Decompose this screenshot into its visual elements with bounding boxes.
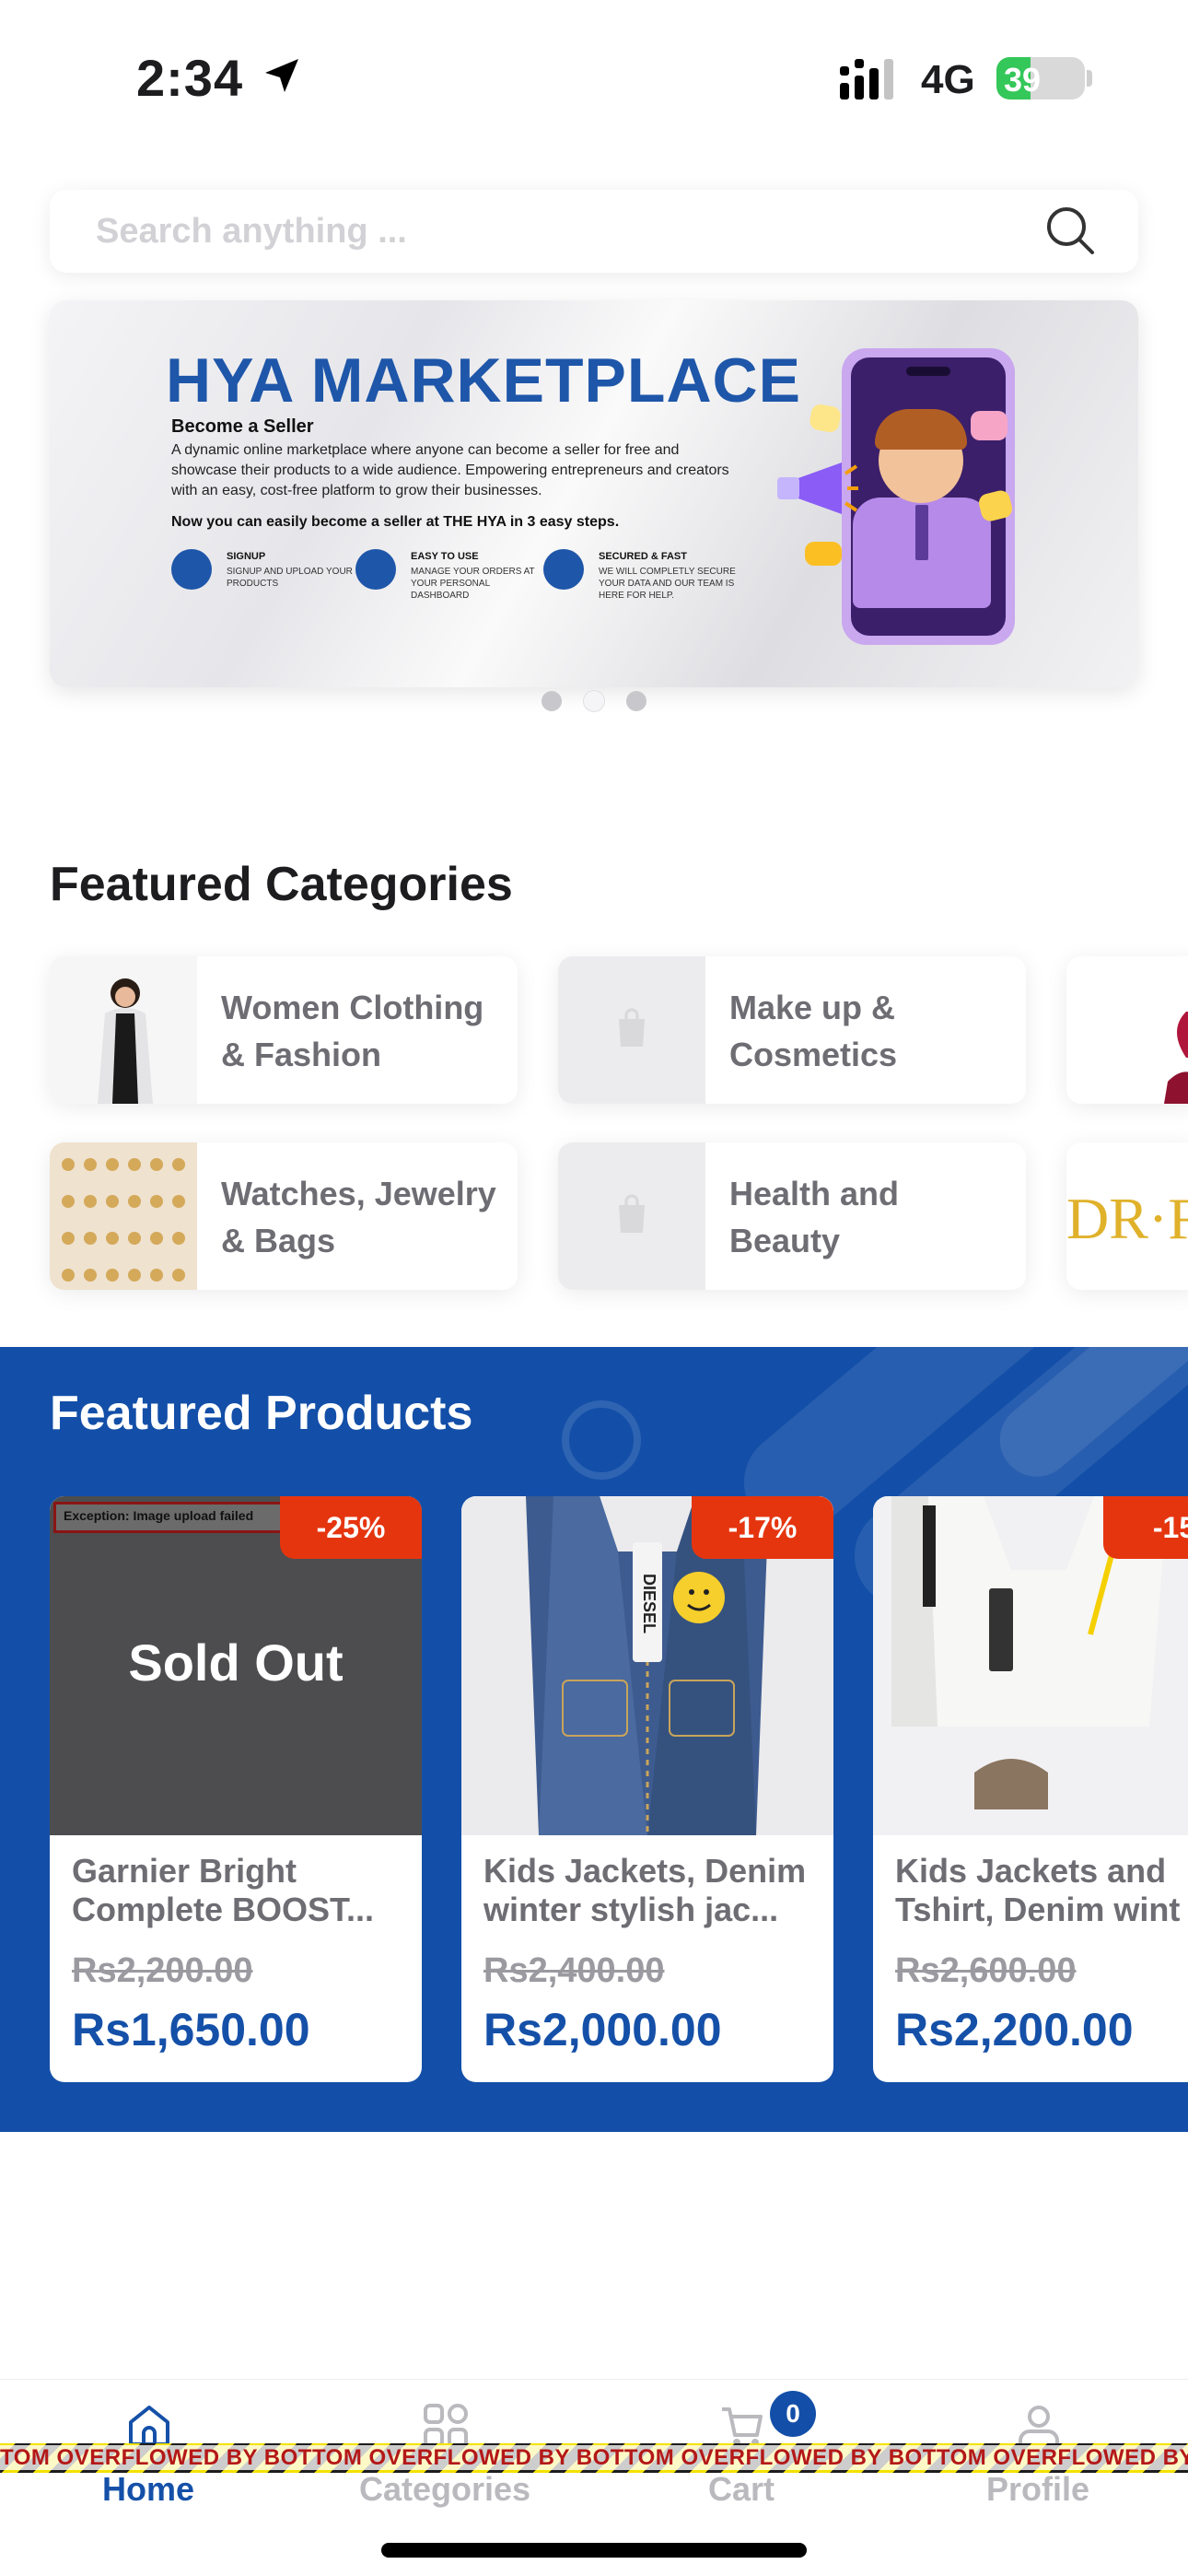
step-description: WE WILL COMPLETLY SECURE YOUR DATA AND O… xyxy=(599,567,736,601)
category-thumbnail xyxy=(50,956,197,1104)
featured-products-section: Featured Products Exception: Image uploa… xyxy=(0,1347,1188,2132)
decorative-stripe xyxy=(984,1347,1188,1493)
banner-title: HYA MARKETPLACE xyxy=(166,345,802,416)
heart-bubble-icon xyxy=(971,411,1007,440)
product-price: Rs1,650.00 xyxy=(72,2004,310,2055)
carousel-indicator[interactable] xyxy=(542,691,646,711)
nav-label: Categories xyxy=(358,2470,531,2508)
shopping-bag-icon xyxy=(619,1008,645,1047)
check-badge-icon xyxy=(355,549,396,590)
category-card-women-clothing[interactable]: Women Clothing & Fashion xyxy=(50,956,518,1104)
nav-label: Profile xyxy=(985,2470,1090,2508)
brand-logo-partial: DR·F xyxy=(1066,1186,1188,1251)
banner-steps-title: Now you can easily become a seller at TH… xyxy=(171,514,620,530)
carousel-dot[interactable] xyxy=(626,691,646,711)
banner-subtitle: Become a Seller xyxy=(171,416,314,437)
product-old-price: Rs2,400.00 xyxy=(483,1951,665,1990)
sold-out-label: Sold Out xyxy=(128,1633,344,1692)
product-name-line1: Kids Jackets and xyxy=(895,1852,1167,1890)
battery-charging-icon: 39 xyxy=(996,57,1085,100)
category-thumbnail-partial xyxy=(1164,1012,1188,1104)
category-thumbnail-placeholder xyxy=(558,1142,705,1290)
product-name-line2: winter stylish jac... xyxy=(483,1891,779,1928)
battery-cap xyxy=(1087,70,1092,87)
featured-categories-title: Featured Categories xyxy=(50,858,513,911)
discount-badge: -17% xyxy=(692,1496,833,1559)
product-name-line2: Complete BOOST... xyxy=(72,1891,375,1928)
location-arrow-icon xyxy=(265,59,298,92)
overflow-warning-text: TOM OVERFLOWED BY BOTTOM OVERFLOWED BY B… xyxy=(0,2445,1188,2470)
product-card[interactable]: Exception: Image upload failed Sold Out … xyxy=(50,1496,422,2082)
search-icon[interactable] xyxy=(1044,205,1096,256)
battery-percent: 39 xyxy=(1004,61,1042,99)
category-card-makeup[interactable]: Make up & Cosmetics xyxy=(558,956,1026,1104)
product-card[interactable]: DIESEL -17% Kids Jackets, Denim winter s… xyxy=(461,1496,833,2082)
decorative-ring xyxy=(562,1400,641,1480)
banner-step-signup: SIGNUP SIGNUP AND UPLOAD YOUR PRODUCTS xyxy=(171,549,365,623)
featured-products-title: Featured Products xyxy=(50,1387,473,1440)
product-price: Rs2,000.00 xyxy=(483,2004,722,2055)
status-bar: 2:34 4G 39 xyxy=(0,0,1188,157)
category-label: Health and Beauty xyxy=(729,1175,900,1259)
character-hair xyxy=(875,409,967,450)
category-thumbnail-placeholder xyxy=(558,956,705,1104)
banner-description: A dynamic online marketplace where anyon… xyxy=(171,442,729,498)
overflow-warning: TOM OVERFLOWED BY BOTTOM OVERFLOWED BY B… xyxy=(0,2443,1188,2473)
category-label: Watches, Jewelry & Bags xyxy=(221,1175,496,1259)
category-card-watches-jewelry[interactable]: Watches, Jewelry & Bags xyxy=(50,1142,518,1290)
cellular-signal-icon xyxy=(840,59,893,100)
overflow-warning-strip: TOM OVERFLOWED BY BOTTOM OVERFLOWED BY B… xyxy=(0,2443,1188,2473)
banner-step-easy: EASY TO USE MANAGE YOUR ORDERS AT YOUR P… xyxy=(355,549,549,623)
step-title: SIGNUP xyxy=(227,551,266,562)
category-card-partial[interactable]: DR·F xyxy=(1066,1142,1188,1290)
shield-gear-icon xyxy=(543,549,584,590)
category-label: Make up & Cosmetics xyxy=(729,989,898,1073)
megaphone-icon xyxy=(777,463,858,514)
category-label: Women Clothing & Fashion xyxy=(221,989,484,1073)
product-tag-text: DIESEL xyxy=(640,1574,658,1634)
carousel-dot[interactable] xyxy=(542,691,562,711)
category-thumbnail xyxy=(50,1142,197,1290)
image-error-text: Exception: Image upload failed xyxy=(64,1508,254,1523)
discount-badge: -25% xyxy=(280,1496,422,1559)
step-title: EASY TO USE xyxy=(411,551,479,562)
product-old-price: Rs2,600.00 xyxy=(895,1951,1077,1990)
nav-label: Home xyxy=(101,2470,195,2508)
cart-count-badge: 0 xyxy=(770,2391,816,2437)
product-price: Rs2,200.00 xyxy=(895,2004,1134,2055)
product-name-line1: Garnier Bright xyxy=(72,1852,297,1890)
product-name-line2: Tshirt, Denim wint xyxy=(895,1891,1181,1928)
search-input[interactable] xyxy=(96,210,1017,252)
status-time: 2:34 xyxy=(136,49,244,107)
image-bubble-icon xyxy=(808,403,843,434)
search-bar[interactable] xyxy=(50,190,1138,273)
character-tie xyxy=(915,505,928,560)
chat-bubble-icon xyxy=(805,542,842,566)
product-card[interactable]: -15 Kids Jackets and Tshirt, Denim wint … xyxy=(873,1496,1188,2082)
image-error-banner: Exception: Image upload failed xyxy=(53,1502,311,1533)
banner-step-secured: SECURED & FAST WE WILL COMPLETLY SECURE … xyxy=(543,549,737,623)
network-type: 4G xyxy=(921,57,975,102)
discount-badge: -15 xyxy=(1103,1496,1188,1559)
category-card-health-beauty[interactable]: Health and Beauty xyxy=(558,1142,1026,1290)
home-indicator[interactable] xyxy=(381,2543,807,2558)
nav-label: Cart xyxy=(707,2470,775,2508)
step-description: SIGNUP AND UPLOAD YOUR PRODUCTS xyxy=(227,567,353,589)
user-add-icon xyxy=(171,549,212,590)
category-card-partial[interactable] xyxy=(1066,956,1188,1104)
step-title: SECURED & FAST xyxy=(599,551,687,562)
phone-notch xyxy=(906,367,950,376)
shopping-bag-icon xyxy=(619,1194,645,1233)
carousel-dot-active[interactable] xyxy=(584,691,604,711)
product-name-line1: Kids Jackets, Denim xyxy=(483,1852,807,1890)
promo-banner[interactable]: HYA MARKETPLACE Become a Seller A dynami… xyxy=(50,300,1138,687)
step-description: MANAGE YOUR ORDERS AT YOUR PERSONAL DASH… xyxy=(411,567,535,601)
product-old-price: Rs2,200.00 xyxy=(72,1951,253,1990)
